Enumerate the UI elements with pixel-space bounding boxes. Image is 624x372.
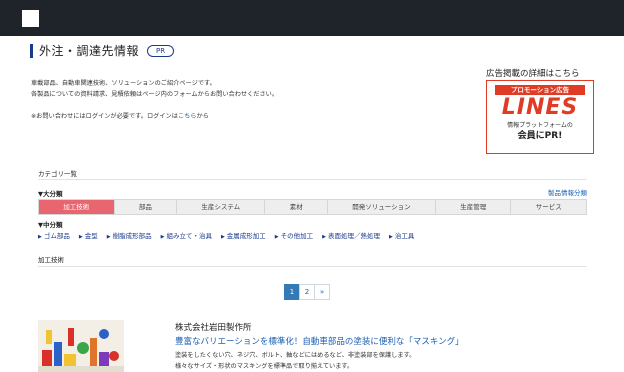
next-page-button[interactable]: » — [314, 284, 330, 300]
category-tab[interactable]: サービス — [511, 200, 587, 214]
header-accent-bar — [30, 43, 33, 58]
subcategory-link[interactable]: ▶ 樹脂成形部品 — [107, 230, 152, 240]
listing-desc-line-1: 塗装をしたくない穴、ネジ穴、ボルト、軸などにはめるなど、非塗装部を保護します。 — [175, 352, 416, 359]
arrow-right-icon: ▶ — [220, 234, 225, 240]
ad-cta-text: 会員にPR! — [517, 131, 563, 141]
subcategory-label: 樹脂成形部品 — [112, 232, 152, 240]
arrow-right-icon: ▶ — [106, 234, 111, 240]
login-note-suffix: から — [196, 113, 209, 120]
divider — [38, 266, 587, 267]
ad-promo-label: プロモーション広告 — [495, 85, 585, 95]
masking-parts-photo — [38, 320, 124, 372]
ad-banner[interactable]: プロモーション広告 LINES 情報プラットフォームの 会員にPR! — [486, 80, 594, 154]
category-tab[interactable]: 加工技術 — [39, 200, 115, 214]
major-category-tabs: 加工技術 部品 生産システム 素材 開発ソリューション 生産管理 サービス — [38, 199, 587, 215]
subcategory-link[interactable]: ▶ その他加工 — [275, 230, 313, 240]
section-label-processing: 加工技術 — [38, 256, 64, 264]
product-classification-link[interactable]: 製品情報分類 — [548, 187, 587, 197]
intro-text: 車載部品、自動車関連技術、ソリューションのご紹介ページです。 各製品についての資… — [31, 78, 278, 100]
ad-brand-logo: LINES — [501, 95, 579, 120]
listing-desc-line-2: 様々なサイズ・形状のマスキングを標準品で取り揃えています。 — [175, 363, 354, 370]
category-tab[interactable]: 生産管理 — [435, 200, 512, 214]
ad-details-link[interactable]: 広告掲載の詳細はこちら — [486, 67, 580, 79]
intro-line-2: 各製品についての資料請求、見積依頼はページ内のフォームからお問い合わせください。 — [31, 91, 279, 98]
arrow-right-icon: ▶ — [160, 234, 165, 240]
page-button[interactable]: 2 — [299, 284, 315, 300]
category-tab[interactable]: 開発ソリューション — [328, 200, 436, 214]
intro-line-1: 車載部品、自動車関連技術、ソリューションのご紹介ページです。 — [31, 80, 216, 87]
arrow-right-icon: ▶ — [78, 234, 83, 240]
divider — [38, 179, 587, 180]
subcategory-label: 金型 — [84, 232, 98, 240]
login-note-prefix: ※お問い合わせにはログインが必要です。ログインは — [31, 113, 178, 120]
subcategory-link[interactable]: ▶ 金属成形加工 — [221, 230, 266, 240]
subcategory-label: 組み立て・治具 — [166, 232, 212, 240]
listing-description: 塗装をしたくない穴、ネジ穴、ボルト、軸などにはめるなど、非塗装部を保護します。 … — [175, 350, 415, 372]
subcategory-link[interactable]: ▶ 組み立て・治具 — [161, 230, 212, 240]
pagination: 1 2» — [284, 284, 330, 300]
subcategory-label: ゴム部品 — [43, 232, 70, 240]
top-navbar — [0, 0, 624, 36]
category-tab[interactable]: 部品 — [114, 200, 178, 214]
arrow-right-icon: ▶ — [322, 234, 327, 240]
category-heading: カテゴリ一覧 — [38, 170, 77, 178]
subcategory-link[interactable]: ▶ 表面処理／熱処理 — [322, 230, 380, 240]
category-tab[interactable]: 生産システム — [177, 200, 266, 214]
page-button[interactable]: 1 — [284, 284, 300, 300]
subcategory-label: 治工具 — [394, 232, 415, 240]
company-name: 株式会社岩田製作所 — [175, 323, 252, 333]
pr-badge: PR — [147, 44, 175, 57]
login-link[interactable]: こちら — [178, 113, 197, 120]
site-logo[interactable] — [22, 10, 39, 27]
login-note: ※お問い合わせにはログインが必要です。ログインはこちらから — [31, 111, 209, 120]
listing-thumbnail[interactable] — [38, 320, 124, 372]
minor-category-label: ▼中分類 — [38, 221, 63, 229]
arrow-right-icon: ▶ — [38, 234, 42, 240]
subcategory-link[interactable]: ▶ 治工具 — [389, 230, 414, 240]
page-header: 外注・調達先情報 PR — [30, 42, 175, 59]
listing-title-link[interactable]: 豊富なバリエーションを標準化！自動車部品の塗装に便利な「マスキング」 — [175, 335, 464, 347]
arrow-right-icon: ▶ — [389, 234, 393, 240]
category-tab[interactable]: 素材 — [265, 200, 328, 214]
minor-category-links: ▶ ゴム部品 ▶ 金型 ▶ 樹脂成形部品 ▶ 組み立て・治具 ▶ 金属成形加工 ▶ その他加工 ▶ 表面処… — [38, 230, 423, 240]
subcategory-label: 表面処理／熱処理 — [328, 232, 381, 240]
ad-subtext: 情報プラットフォームの — [507, 122, 573, 129]
subcategory-link[interactable]: ▶ 金型 — [79, 230, 98, 240]
page-title: 外注・調達先情報 — [39, 44, 140, 58]
subcategory-label: 金属成形加工 — [226, 232, 266, 240]
major-category-label: ▼大分類 — [38, 190, 63, 198]
subcategory-label: その他加工 — [280, 232, 314, 240]
arrow-right-icon: ▶ — [274, 234, 279, 240]
subcategory-link[interactable]: ▶ ゴム部品 — [38, 230, 70, 240]
